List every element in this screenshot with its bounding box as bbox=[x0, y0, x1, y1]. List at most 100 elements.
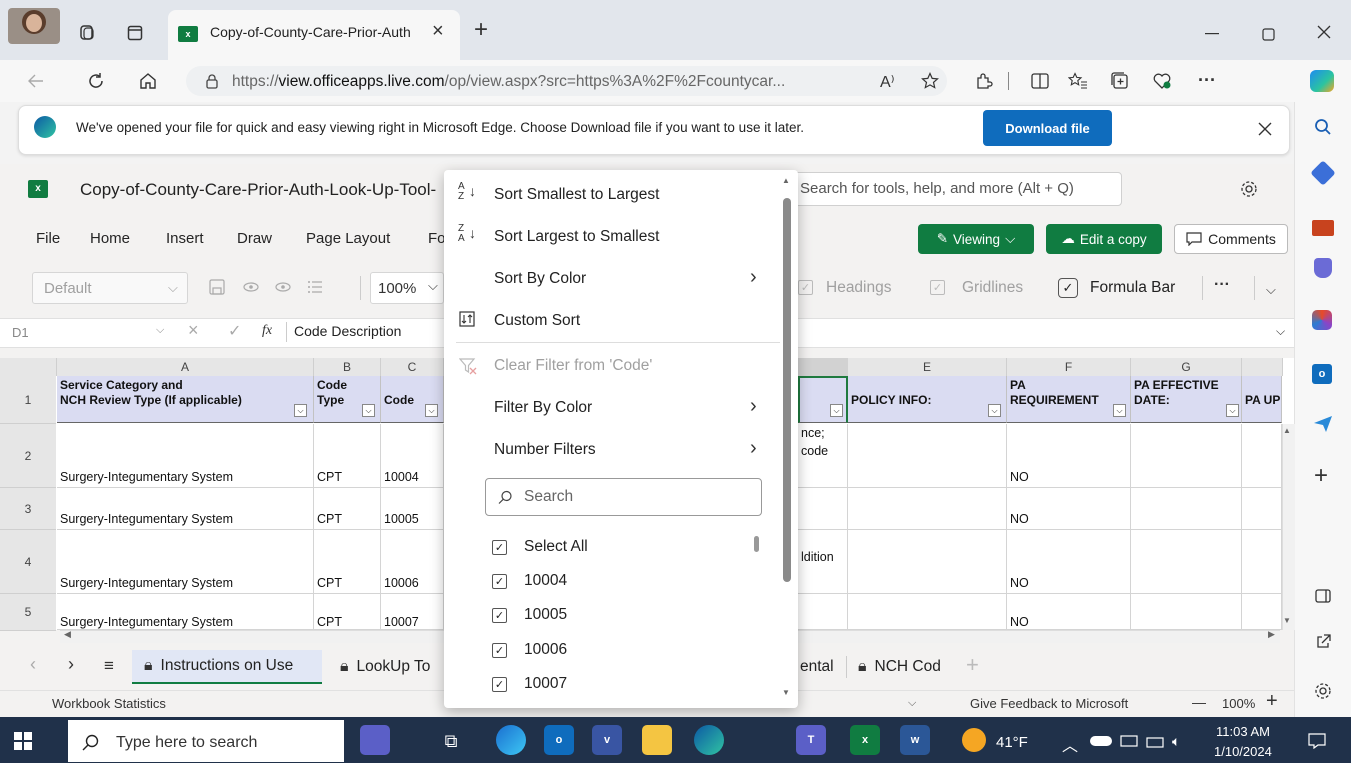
favorites-icon[interactable] bbox=[1066, 70, 1090, 92]
cell-e4[interactable] bbox=[848, 530, 1007, 594]
sheet-tab-lookup[interactable]: 🔒︎ LookUp To bbox=[332, 650, 444, 684]
column-header-d[interactable] bbox=[798, 358, 849, 376]
all-sheets-icon[interactable]: ≡ bbox=[104, 656, 114, 676]
taskbar-calendar-icon[interactable] bbox=[360, 725, 390, 755]
cell-e3[interactable] bbox=[848, 488, 1007, 530]
menu-scroll-up-icon[interactable]: ▲ bbox=[782, 176, 790, 185]
lock-icon[interactable] bbox=[204, 72, 220, 90]
sheet-tab-instructions[interactable]: 🔒︎ Instructions on Use bbox=[132, 650, 322, 684]
refresh-icon[interactable] bbox=[84, 70, 108, 92]
download-file-button[interactable]: Download file bbox=[983, 110, 1112, 146]
cell-b2[interactable]: CPT bbox=[314, 424, 381, 488]
feedback-link[interactable]: Give Feedback to Microsoft bbox=[970, 696, 1128, 711]
sidebar-add-icon[interactable]: + bbox=[1314, 462, 1328, 490]
taskbar-edge-legacy-icon[interactable] bbox=[496, 725, 526, 755]
edit-copy-button[interactable]: ☁ Edit a copy bbox=[1046, 224, 1162, 254]
cell-h4[interactable] bbox=[1242, 530, 1282, 594]
checkbox-10005[interactable]: ✓ bbox=[492, 608, 507, 623]
filter-dropdown-d[interactable]: ⌵ bbox=[830, 404, 843, 417]
cell-g5[interactable] bbox=[1131, 594, 1242, 630]
column-header-g[interactable]: G bbox=[1131, 358, 1242, 376]
header-cell-e[interactable]: POLICY INFO: bbox=[848, 376, 1007, 423]
info-close-icon[interactable] bbox=[1254, 118, 1276, 140]
cell-b5[interactable]: CPT bbox=[314, 594, 381, 630]
label-10004[interactable]: 10004 bbox=[524, 572, 567, 590]
menu-scroll-down-icon[interactable]: ▼ bbox=[782, 688, 790, 697]
sidebar-hide-icon[interactable] bbox=[1312, 586, 1334, 606]
minimize-icon[interactable] bbox=[1200, 22, 1224, 46]
cell-e5[interactable] bbox=[848, 594, 1007, 630]
filter-dropdown-g[interactable]: ⌵ bbox=[1226, 404, 1239, 417]
cell-a2[interactable]: Surgery-Integumentary System bbox=[57, 424, 314, 488]
label-10006[interactable]: 10006 bbox=[524, 641, 567, 659]
row-header-2[interactable]: 2 bbox=[0, 424, 56, 488]
cell-b3[interactable]: CPT bbox=[314, 488, 381, 530]
viewing-mode-button[interactable]: ✎ Viewing ⌵ bbox=[918, 224, 1034, 254]
monitor-icon[interactable] bbox=[1118, 732, 1140, 752]
cell-d2[interactable]: nce; code bbox=[798, 424, 848, 488]
filter-dropdown-c[interactable]: ⌵ bbox=[425, 404, 438, 417]
column-header-b[interactable]: B bbox=[314, 358, 381, 376]
filter-dropdown-b[interactable]: ⌵ bbox=[362, 404, 375, 417]
sidebar-send-icon[interactable] bbox=[1312, 414, 1334, 434]
volume-icon[interactable]: 🔈︎ bbox=[1172, 733, 1180, 750]
column-header-h[interactable] bbox=[1242, 358, 1283, 376]
taskbar-task-view-icon[interactable]: ⧉ bbox=[440, 730, 462, 752]
ribbon-tab-file[interactable]: File bbox=[36, 230, 60, 247]
hide-icon[interactable] bbox=[240, 276, 262, 298]
taskbar-file-explorer-icon[interactable] bbox=[642, 725, 672, 755]
cell-f3[interactable]: NO bbox=[1007, 488, 1131, 530]
split-screen-icon[interactable] bbox=[1028, 70, 1052, 92]
scroll-right-icon[interactable]: ▶ bbox=[1268, 629, 1275, 640]
notifications-icon[interactable] bbox=[1306, 730, 1328, 752]
row-header-5[interactable]: 5 bbox=[0, 594, 56, 631]
vertical-scrollbar[interactable] bbox=[1282, 424, 1295, 630]
taskbar-word-icon[interactable]: w bbox=[900, 725, 930, 755]
checkbox-10004[interactable]: ✓ bbox=[492, 574, 507, 589]
taskbar-edge-icon[interactable] bbox=[694, 725, 724, 755]
cell-d4[interactable]: ldition bbox=[798, 530, 848, 594]
sidebar-tools-icon[interactable] bbox=[1312, 220, 1334, 236]
workbook-statistics[interactable]: Workbook Statistics bbox=[52, 696, 166, 711]
scroll-up-icon[interactable]: ▲ bbox=[1283, 426, 1291, 435]
sort-by-color-item[interactable]: Sort By Color bbox=[494, 270, 586, 288]
windows-start-icon[interactable] bbox=[12, 730, 34, 752]
cell-g3[interactable] bbox=[1131, 488, 1242, 530]
sidebar-search-icon[interactable] bbox=[1312, 116, 1334, 138]
scroll-down-icon[interactable]: ▼ bbox=[1283, 616, 1291, 625]
cell-a5[interactable]: Surgery-Integumentary System bbox=[57, 594, 314, 630]
cell-d3[interactable] bbox=[798, 488, 848, 530]
new-tab-button[interactable]: + bbox=[474, 16, 488, 44]
row-header-4[interactable]: 4 bbox=[0, 530, 56, 594]
sidebar-external-icon[interactable] bbox=[1312, 632, 1334, 652]
custom-sort-item[interactable]: Custom Sort bbox=[494, 312, 580, 330]
clock-time[interactable]: 11:03 AM bbox=[1216, 724, 1270, 739]
cell-a3[interactable]: Surgery-Integumentary System bbox=[57, 488, 314, 530]
sheet-tab-nch[interactable]: 🔒︎ NCH Cod bbox=[852, 650, 958, 684]
formula-expand-icon[interactable]: ⌵ bbox=[1276, 324, 1285, 339]
cell-f5[interactable]: NO bbox=[1007, 594, 1131, 630]
next-sheet-icon[interactable]: › bbox=[68, 654, 74, 675]
home-icon[interactable] bbox=[136, 70, 160, 92]
taskbar-excel-icon[interactable]: x bbox=[850, 725, 880, 755]
label-10007[interactable]: 10007 bbox=[524, 675, 567, 693]
clear-filter-item[interactable]: Clear Filter from 'Code' bbox=[494, 357, 652, 375]
extensions-icon[interactable] bbox=[972, 70, 996, 92]
tab-close-button[interactable]: × bbox=[432, 20, 444, 43]
formula-bar-checkbox[interactable]: ✓ bbox=[1058, 278, 1078, 298]
gridlines-checkbox[interactable]: ✓ bbox=[930, 280, 945, 295]
menu-scrollbar-thumb[interactable] bbox=[783, 198, 791, 582]
cell-a4[interactable]: Surgery-Integumentary System bbox=[57, 530, 314, 594]
scroll-left-icon[interactable]: ◀ bbox=[64, 629, 71, 640]
taskbar-teams-icon[interactable]: T bbox=[796, 725, 826, 755]
more-options-button[interactable]: ··· bbox=[1198, 70, 1216, 91]
cell-g2[interactable] bbox=[1131, 424, 1242, 488]
checkbox-10006[interactable]: ✓ bbox=[492, 643, 507, 658]
list-scroll-thumb[interactable] bbox=[754, 536, 759, 552]
cell-g4[interactable] bbox=[1131, 530, 1242, 594]
ribbon-tab-insert[interactable]: Insert bbox=[166, 230, 204, 247]
network-icon[interactable] bbox=[1144, 732, 1166, 752]
name-box[interactable]: D1 bbox=[12, 325, 29, 340]
prev-sheet-icon[interactable]: ‹ bbox=[30, 654, 36, 675]
headings-checkbox[interactable]: ✓ bbox=[798, 280, 813, 295]
